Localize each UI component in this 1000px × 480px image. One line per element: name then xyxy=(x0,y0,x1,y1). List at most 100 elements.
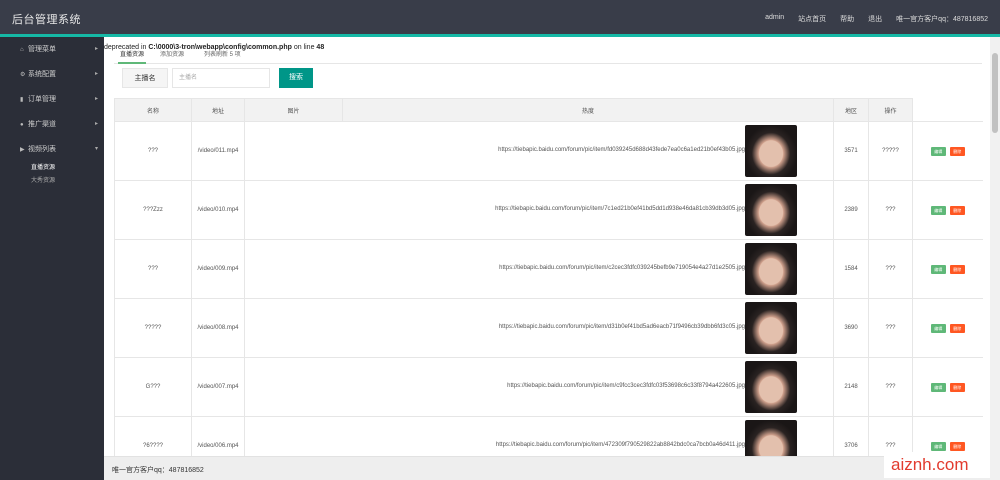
sidebar-item-label: 推广渠道 xyxy=(28,121,56,128)
edit-button[interactable]: 编辑 xyxy=(930,323,946,333)
user-icon: ● xyxy=(20,122,24,128)
sidebar-item-video-list[interactable]: ▶ 视频列表 ▾ xyxy=(0,137,104,162)
cell-name: G??? xyxy=(114,357,192,417)
cell-heat: 3690 xyxy=(833,298,869,358)
edit-button[interactable]: 编辑 xyxy=(930,264,946,274)
cell-name: ????? xyxy=(114,298,192,358)
sidebar-item-label: 系统配置 xyxy=(28,71,56,78)
scrollbar-thumb[interactable] xyxy=(992,53,998,133)
col-header-spacer xyxy=(912,98,983,122)
nav-site-home[interactable]: 站点首页 xyxy=(798,14,826,24)
main-content: 直播资源 添加资源 列表刷新 5 项 deprecated in C:\0000… xyxy=(104,37,990,480)
anchor-thumbnail xyxy=(745,361,797,413)
cell-actions-right: 编辑 删除 xyxy=(912,121,983,181)
cell-video: /video/010.mp4 xyxy=(191,180,245,240)
sidebar-item-admin-menu[interactable]: ⌂ 管理菜单 ▸ xyxy=(0,37,104,62)
cell-image-url: https://tiebapic.baidu.com/forum/pic/ite… xyxy=(244,121,834,181)
nav-user[interactable]: admin xyxy=(765,14,784,24)
cell-heat: 2389 xyxy=(833,180,869,240)
delete-button[interactable]: 删除 xyxy=(949,441,965,451)
table-row: ?????/video/008.mp4 https://tiebapic.baid… xyxy=(114,298,983,358)
search-bar: 主播名 搜索 xyxy=(114,68,980,92)
cell-image-url: https://tiebapic.baidu.com/forum/pic/ite… xyxy=(244,180,834,240)
image-url-text: https://tiebapic.baidu.com/forum/pic/ite… xyxy=(499,265,745,271)
cell-heat: 1584 xyxy=(833,239,869,299)
col-header-actions: 操作 xyxy=(868,98,913,122)
anchor-thumbnail xyxy=(745,243,797,295)
sidebar-item-system-config[interactable]: ⚙ 系统配置 ▸ xyxy=(0,62,104,87)
image-url-text: https://tiebapic.baidu.com/forum/pic/ite… xyxy=(495,442,745,448)
image-url-text: https://tiebapic.baidu.com/forum/pic/ite… xyxy=(498,147,745,153)
delete-button[interactable]: 删除 xyxy=(949,146,965,156)
anchor-thumbnail xyxy=(745,302,797,354)
resource-table: 名称 地址 图片 热度 地区 操作 ???/video/011.mp4 https… xyxy=(114,98,983,476)
watermark: aiznh.com xyxy=(884,452,990,478)
nav-contact-qq: 唯一官方客户qq：487816852 xyxy=(896,16,988,23)
cell-image-url: https://tiebapic.baidu.com/forum/pic/ite… xyxy=(244,298,834,358)
sidebar-item-promotion[interactable]: ● 推广渠道 ▸ xyxy=(0,112,104,137)
edit-button[interactable]: 编辑 xyxy=(930,146,946,156)
top-header: 后台管理系统 admin 站点首页 帮助 退出 唯一官方客户qq：4878168… xyxy=(0,0,1000,34)
sidebar-subitem-show[interactable]: 大秀资源 xyxy=(0,175,104,188)
anchor-thumbnail xyxy=(745,125,797,177)
edit-button[interactable]: 编辑 xyxy=(930,205,946,215)
delete-button[interactable]: 删除 xyxy=(949,323,965,333)
delete-button[interactable]: 删除 xyxy=(949,264,965,274)
cell-actions-right: 编辑 删除 xyxy=(912,239,983,299)
image-url-text: https://tiebapic.baidu.com/forum/pic/ite… xyxy=(507,383,745,389)
search-label: 主播名 xyxy=(122,68,168,88)
nav-help[interactable]: 帮助 xyxy=(840,14,854,24)
col-header-address: 地址 xyxy=(191,98,245,122)
php-error-notice: deprecated in C:\0000\3-tron\webapp\conf… xyxy=(104,44,324,51)
anchor-name-input[interactable] xyxy=(172,68,270,88)
cell-video: /video/009.mp4 xyxy=(191,239,245,299)
top-nav: admin 站点首页 帮助 退出 唯一官方客户qq：487816852 xyxy=(765,14,988,24)
cell-region: ??? xyxy=(868,180,913,240)
watermark-text: aiznh.com xyxy=(891,455,969,474)
image-url-text: https://tiebapic.baidu.com/forum/pic/ite… xyxy=(498,324,745,330)
table-header-row: 名称 地址 图片 热度 地区 操作 xyxy=(114,98,983,122)
image-url-text: https://tiebapic.baidu.com/forum/pic/ite… xyxy=(495,206,745,212)
table-row: ???Zzz/video/010.mp4 https://tiebapic.bai… xyxy=(114,180,983,240)
delete-button[interactable]: 删除 xyxy=(949,382,965,392)
sidebar-item-label: 管理菜单 xyxy=(28,46,56,53)
edit-button[interactable]: 编辑 xyxy=(930,441,946,451)
error-prefix: deprecated in xyxy=(104,44,149,51)
cell-actions-right: 编辑 删除 xyxy=(912,357,983,417)
chevron-right-icon: ▸ xyxy=(94,46,98,52)
edit-button[interactable]: 编辑 xyxy=(930,382,946,392)
chart-icon: ▮ xyxy=(20,97,24,103)
table-row: G???/video/007.mp4 https://tiebapic.baidu… xyxy=(114,357,983,417)
cell-name: ??? xyxy=(114,121,192,181)
sidebar-item-orders[interactable]: ▮ 订单管理 ▸ xyxy=(0,87,104,112)
delete-button[interactable]: 删除 xyxy=(949,205,965,215)
col-header-region: 地区 xyxy=(833,98,869,122)
cell-image-url: https://tiebapic.baidu.com/forum/pic/ite… xyxy=(244,239,834,299)
col-header-name: 名称 xyxy=(114,98,192,122)
cell-region: ??? xyxy=(868,239,913,299)
cell-image-url: https://tiebapic.baidu.com/forum/pic/ite… xyxy=(244,357,834,417)
cell-video: /video/008.mp4 xyxy=(191,298,245,358)
cell-actions-right: 编辑 删除 xyxy=(912,298,983,358)
sidebar-subitem-live[interactable]: 直播资源 xyxy=(0,162,104,175)
brand-title: 后台管理系统 xyxy=(12,14,81,26)
error-line-number: 48 xyxy=(316,44,325,51)
gear-icon: ⚙ xyxy=(20,72,26,78)
nav-logout[interactable]: 退出 xyxy=(868,14,882,24)
vertical-scrollbar[interactable] xyxy=(990,37,1000,480)
error-middle: on line xyxy=(291,44,317,51)
cell-heat: 3571 xyxy=(833,121,869,181)
table-row: ??? /video/009.mp4 https://tiebapic.baidu.… xyxy=(114,239,983,299)
footer-contact: 唯一官方客户qq：487816852 xyxy=(112,467,204,474)
error-path: C:\0000\3-tron\webapp\config\common.php xyxy=(148,44,292,51)
chevron-down-icon: ▾ xyxy=(94,146,98,152)
footer: 唯一官方客户qq：487816852 xyxy=(104,456,990,480)
col-header-image: 图片 xyxy=(244,98,343,122)
search-button[interactable]: 搜索 xyxy=(279,68,313,88)
cell-region: ????? xyxy=(868,121,913,181)
chevron-right-icon: ▸ xyxy=(94,96,98,102)
cell-name: ???Zzz xyxy=(114,180,192,240)
sidebar: ⌂ 管理菜单 ▸ ⚙ 系统配置 ▸ ▮ 订单管理 ▸ ● 推广渠道 ▸ ▶ 视频列表 ▾ … xyxy=(0,37,104,480)
home-icon: ⌂ xyxy=(20,47,24,53)
cell-region: ??? xyxy=(868,298,913,358)
